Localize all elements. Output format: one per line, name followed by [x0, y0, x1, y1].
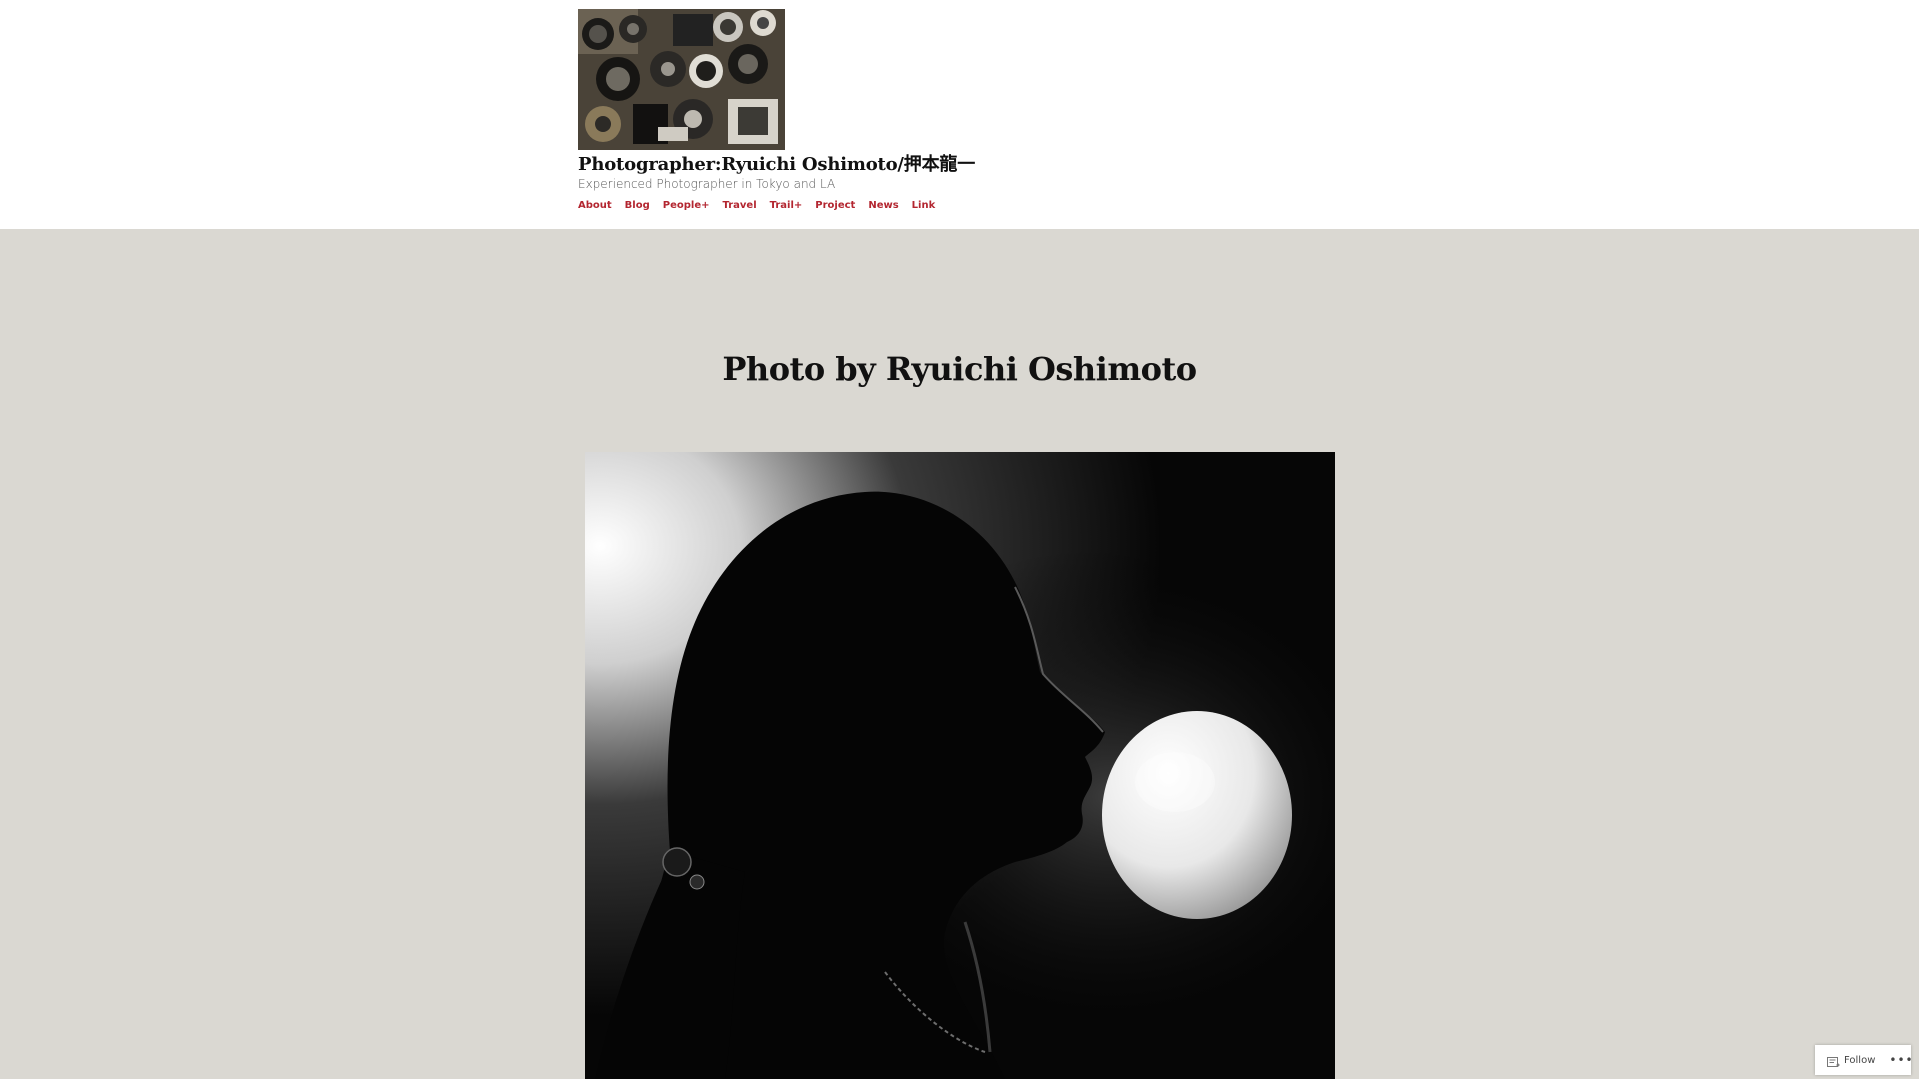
- follow-label: Follow: [1844, 1054, 1876, 1066]
- more-options-button[interactable]: •••: [1889, 1045, 1913, 1075]
- nav-item-link[interactable]: Link: [912, 199, 936, 213]
- nav-item-blog[interactable]: Blog: [625, 199, 650, 213]
- nav-item-trail[interactable]: Trail+: [770, 199, 803, 213]
- nav-item-about[interactable]: About: [578, 199, 612, 213]
- follow-bar: Follow •••: [1815, 1045, 1913, 1075]
- nav-item-people[interactable]: People+: [663, 199, 710, 213]
- site-header: Photographer:Ryuichi Oshimoto/押本龍一 Exper…: [0, 0, 1919, 229]
- nav-item-project[interactable]: Project: [815, 199, 855, 213]
- follow-button[interactable]: Follow: [1815, 1045, 1875, 1075]
- nav-item-news[interactable]: News: [868, 199, 898, 213]
- nav-item-travel[interactable]: Travel: [722, 199, 756, 213]
- featured-photo[interactable]: [585, 452, 1335, 1079]
- site-logo-image[interactable]: [578, 9, 785, 150]
- site-tagline: Experienced Photographer in Tokyo and LA: [578, 177, 836, 191]
- main-navigation: About Blog People+ Travel Trail+ Project…: [578, 199, 935, 213]
- site-title[interactable]: Photographer:Ryuichi Oshimoto/押本龍一: [578, 152, 975, 178]
- camera-lenses-collage-image: [578, 9, 785, 150]
- page-title: Photo by Ryuichi Oshimoto: [722, 350, 1197, 388]
- reader-follow-icon: [1827, 1054, 1840, 1067]
- bubble-gum-portrait-image: [585, 452, 1335, 1079]
